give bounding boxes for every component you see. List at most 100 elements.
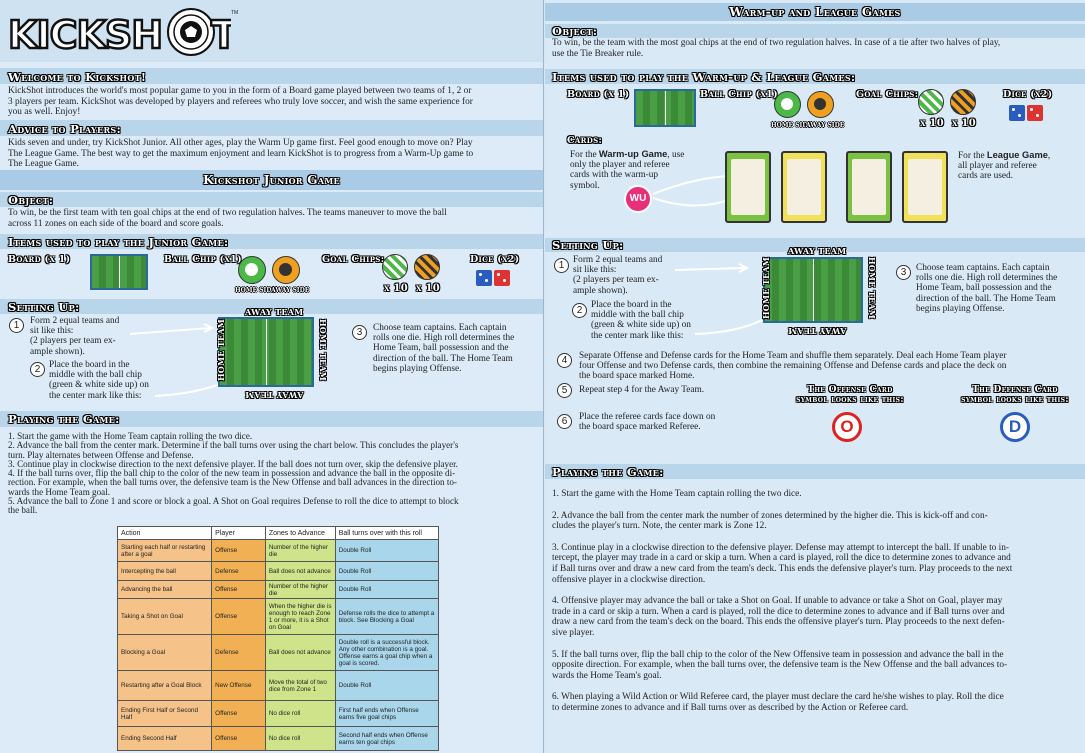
table-row: Ending Second Half Offense No dice roll Sec… [116,726,440,751]
advice-line: The League Game. [8,159,79,170]
welcome-heading: Welcome to Kickshot! [8,70,147,84]
dice-label: Dice (x2) [470,254,520,265]
step-line: Home Team, ball possession and the [916,283,1052,294]
advice-text: Kids seven and under, try KickShot Junio… [8,138,473,170]
step-line: begins playing Offense. [916,303,1005,314]
play-line: offensive player in a clockwise directio… [552,574,706,585]
table-cell: Offense [211,700,266,727]
caption-line: The Defense Card [972,385,1058,395]
table-row: Starting each half or restarting after a… [116,539,440,562]
trademark: TM [231,10,239,16]
table-cell: Defense rolls the dice to attempt a bloc… [334,598,440,635]
table-cell: Double Roll [334,670,440,701]
play-item: 5. If the ball turns over, flip the ball… [552,650,1082,682]
defense-card-caption: The Defense Card symbol looks like this: [950,385,1080,405]
board-label: Board (x 1) [567,89,630,100]
object-line: use the Tie Breaker rule. [552,48,644,59]
ball-chip-home-icon [774,91,801,118]
play-line: trade in a card or skip a turn. When a c… [552,606,1005,617]
play-line: wards the Home Team's goal. [552,670,662,681]
league-text: For the [958,151,987,161]
home-team-label: HOME TEAM [867,256,878,320]
league-cards-text: For the League Game, all player and refe… [958,150,1050,182]
play-item: 2. Advance the ball from the center mark… [552,511,1082,532]
table-cell: Taking a Shot on Goal [116,598,213,635]
advice-heading: Advice to Players: [8,122,122,136]
step-line: begins playing Offense. [373,363,462,374]
league-line: all player and referee [958,161,1037,172]
table-cell: Defense [211,561,266,581]
welcome-line: you as well. Enjoy! [8,107,81,118]
die-blue-icon [1009,105,1025,121]
caption-line: symbol looks like this: [796,395,904,405]
play-item: 1. Start the game with the Home Team cap… [552,489,1082,500]
step-line: ample shown). [573,285,628,296]
table-cell: Offense [211,539,266,562]
setup-heading: Setting Up: [8,300,80,314]
play-line: draw a new card from the team's deck on … [552,617,1005,628]
object-line: To win, be the first team with ten goal … [8,208,447,218]
defense-symbol-icon: D [1000,412,1030,442]
play-line: cludes the player's turn. Note, the cent… [552,521,767,532]
play-line: 5. If the ball turns over, flip the ball… [552,649,1004,660]
table-cell: No dice roll [264,726,336,751]
table-cell: Blocking a Goal [116,634,213,671]
league-text: , [1047,151,1051,161]
table-header: Zones to Advance [264,526,336,540]
play-line: 4. Offensive player may advance the ball… [552,596,1003,607]
play-line: 6. When playing a Wild Action or Wild Re… [552,692,1004,703]
step-line: the board space marked Referee. [579,422,701,433]
table-cell: Defense [211,634,266,671]
warm-line: For the Warm-up Game, use [570,149,684,160]
offense-symbol-icon: O [832,412,862,442]
away-team-label-flipped: AWAY TEAM [788,326,847,336]
object-heading: Object: [552,24,598,38]
step-line: Home Team, ball possession and the [373,343,509,354]
items-heading: Items used to play the Warm-up & League … [552,70,856,84]
step-line: (2 players per team ex- [573,275,659,286]
table-cell: Restarting after a Goal Block [116,670,213,701]
table-cell: Double Roll [334,539,440,562]
table-cell: Second half ends when Offense earns ten … [334,726,440,751]
items-heading: Items used to play the Junior Game: [8,235,229,249]
goal-chip-green-icon [382,254,408,280]
card-art [731,159,765,215]
step-number: 5 [557,383,572,398]
step-line: Place the referee cards face down on [579,412,716,422]
goal-chips-label: Goal Chips: [322,254,385,265]
step-number: 2 [572,303,587,318]
setup-step-6: Place the referee cards face down on the … [579,412,715,432]
step-number: 6 [557,414,572,429]
table-cell: Advancing the ball [116,580,213,599]
setup-board-image [218,317,314,387]
table-cell: When the higher die is enough to reach Z… [264,598,336,635]
step-line: Form 2 equal teams and [30,316,120,326]
table-row: Taking a Shot on Goal Offense When the hig… [116,598,440,635]
step-number: 1 [554,258,569,273]
table-header-row: Action Player Zones to Advance Ball turn… [116,526,440,540]
advice-line: Kids seven and under, try KickShot Junio… [8,138,473,148]
ball-chip-label: Ball Chip (x1) [700,89,778,100]
step-number: 2 [30,362,45,377]
warm-text: , use [667,150,685,160]
playing-heading: Playing the Game: [8,412,120,426]
step-line: rolls one die. High roll determines the [373,333,515,344]
play-item: 4. Offensive player may advance the ball… [552,596,1082,638]
card-art [787,159,821,215]
player-card [846,151,892,223]
referee-card [902,151,948,223]
object-line: To win, be the team with the most goal c… [552,38,1001,48]
caption-line: The Offense Card [807,385,893,395]
advice-line: The League Game. The best way to get the… [8,148,474,159]
step-line: sit like this: [30,326,74,337]
step-line: Choose team captains. Each captain [916,263,1050,273]
table-cell: First half ends when Offense earns five … [334,700,440,727]
goal-chip-count: x 10 [952,118,977,129]
object-text: To win, be the first team with ten goal … [8,208,447,229]
home-team-label: HOME TEAM [318,318,329,382]
turnover-chart: Action Player Zones to Advance Ball turn… [116,526,440,751]
play-line: 1. Start the game with the Home Team cap… [552,489,802,499]
step-number: 3 [352,325,367,340]
setup-heading: Setting Up: [552,238,624,252]
step-line: ample shown). [30,346,85,357]
